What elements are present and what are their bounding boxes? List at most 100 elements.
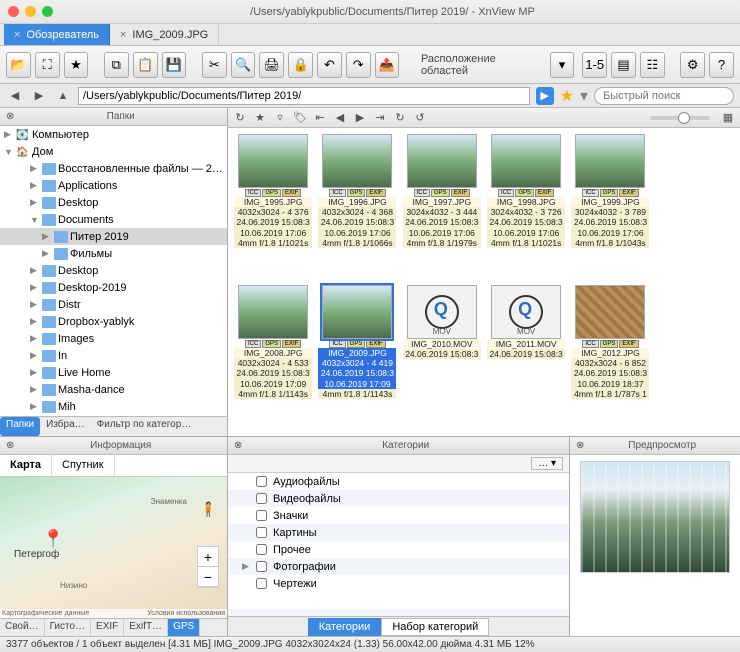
thumbnail-image[interactable] <box>238 285 308 339</box>
pegman-icon[interactable]: 🧍 <box>200 501 217 518</box>
fullscreen-button[interactable]: ⛶ <box>35 52 60 78</box>
thumbnail-image[interactable] <box>407 134 477 188</box>
help-button[interactable]: ? <box>709 52 734 78</box>
tree-node[interactable]: ▶Mih <box>0 398 227 415</box>
nav-fwd-icon[interactable]: ▶ <box>30 87 48 105</box>
paste-button[interactable]: 📋 <box>133 52 158 78</box>
tree-node[interactable]: ▶Applications <box>0 177 227 194</box>
thumbnail[interactable]: ICCGPSEXIF IMG_2009.JPG 4032x3024 - 4 41… <box>318 285 396 430</box>
thumbnail[interactable]: ICCGPSEXIF IMG_2012.JPG 4032x3024 - 6 85… <box>571 285 649 430</box>
tree-node[interactable]: ▶Distr <box>0 296 227 313</box>
tree-node[interactable]: ▶Images <box>0 330 227 347</box>
info-tab[interactable]: EXIF <box>91 619 124 636</box>
zoom-window-button[interactable] <box>42 6 53 17</box>
thumbnail-image[interactable] <box>575 285 645 339</box>
map-tab-satellite[interactable]: Спутник <box>52 455 114 476</box>
categories-list[interactable]: АудиофайлыВидеофайлыЗначкиКартиныПрочее▶… <box>228 473 569 616</box>
tree-node[interactable]: ▶Desktop <box>0 262 227 279</box>
zoom-in-button[interactable]: + <box>198 547 218 567</box>
category-row[interactable]: Прочее <box>228 541 569 558</box>
category-row[interactable]: Картины <box>228 524 569 541</box>
category-checkbox[interactable] <box>256 544 267 555</box>
category-checkbox[interactable] <box>256 561 267 572</box>
thumb-refresh-icon[interactable]: ↻ <box>232 110 248 126</box>
tree-node[interactable]: ▶Masha-dance <box>0 381 227 398</box>
category-row[interactable]: Аудиофайлы <box>228 473 569 490</box>
tree-node[interactable]: ▶Desktop-2019 <box>0 279 227 296</box>
panel-close-icon[interactable]: ⊗ <box>234 440 242 451</box>
favorite-button[interactable]: ★ <box>64 52 89 78</box>
star-icon[interactable]: ★ <box>560 86 574 106</box>
thumbnail[interactable]: ICCGPSEXIF IMG_1998.JPG 3024x4032 - 3 72… <box>487 134 565 279</box>
thumb-size-slider[interactable] <box>650 116 710 120</box>
tree-node[interactable]: ▶In <box>0 347 227 364</box>
thumb-filter-icon[interactable]: ▿ <box>272 110 288 126</box>
save-button[interactable]: 💾 <box>162 52 187 78</box>
thumb-nav-prev-icon[interactable]: ◀ <box>332 110 348 126</box>
thumbnail[interactable]: ICCGPSEXIF IMG_1997.JPG 3024x4032 - 3 44… <box>403 134 481 279</box>
tree-node[interactable]: ▼Documents <box>0 211 227 228</box>
panel-close-icon[interactable]: ⊗ <box>6 440 14 451</box>
tree-node[interactable]: ▶Dropbox-yablyk <box>0 313 227 330</box>
category-checkbox[interactable] <box>256 493 267 504</box>
thumbnail[interactable]: ICCGPSEXIF IMG_2008.JPG 4032x3024 - 4 53… <box>234 285 312 430</box>
panel-close-icon[interactable]: ⊗ <box>6 111 14 122</box>
tree-node[interactable]: ▶Компьютер <box>0 126 227 143</box>
thumb-star-icon[interactable]: ★ <box>252 110 268 126</box>
view-toggle-button[interactable]: ☷ <box>640 52 665 78</box>
thumb-rotate-right-icon[interactable]: ↻ <box>392 110 408 126</box>
close-tab-icon[interactable]: × <box>120 29 126 41</box>
print-button[interactable]: 🖨 <box>259 52 284 78</box>
category-tab[interactable]: Категории <box>308 618 382 636</box>
layout-dropdown[interactable]: ▾ <box>550 52 575 78</box>
folder-tree[interactable]: ▶Компьютер▼Дом▶Восстановленные файлы — 2… <box>0 126 227 416</box>
category-checkbox[interactable] <box>256 476 267 487</box>
zoom-out-button[interactable]: − <box>198 567 218 587</box>
info-tab[interactable]: ExifT… <box>124 619 168 636</box>
thumbnail-image[interactable]: MOV <box>491 285 561 339</box>
thumbnail[interactable]: ICCGPSEXIF IMG_1999.JPG 3024x4032 - 3 78… <box>571 134 649 279</box>
thumbnail[interactable]: ICCGPSEXIF IMG_1995.JPG 4032x3024 - 4 37… <box>234 134 312 279</box>
info-tab[interactable]: GPS <box>168 619 200 636</box>
tree-node[interactable]: ▶Фильмы <box>0 245 227 262</box>
convert-button[interactable]: 🔒 <box>288 52 313 78</box>
sort-button[interactable]: 1-5 <box>582 52 607 78</box>
tab-browser[interactable]: × Обозреватель <box>4 24 110 45</box>
thumbnail-image[interactable] <box>238 134 308 188</box>
quick-search-input[interactable] <box>594 87 734 105</box>
panel-close-icon[interactable]: ⊗ <box>576 440 584 451</box>
export-button[interactable]: 📤 <box>375 52 400 78</box>
category-checkbox[interactable] <box>256 578 267 589</box>
category-row[interactable]: Значки <box>228 507 569 524</box>
thumb-rotate-left-icon[interactable]: ↺ <box>412 110 428 126</box>
preview-image[interactable] <box>580 461 730 573</box>
open-button[interactable]: 📂 <box>6 52 31 78</box>
category-row[interactable]: Видеофайлы <box>228 490 569 507</box>
thumb-nav-next-icon[interactable]: ▶ <box>352 110 368 126</box>
rotate-left-button[interactable]: ↶ <box>317 52 342 78</box>
thumbnail[interactable]: ICCGPSEXIF IMG_1996.JPG 4032x3024 - 4 36… <box>318 134 396 279</box>
left-tab[interactable]: Папки <box>0 417 40 436</box>
path-input[interactable] <box>78 87 530 105</box>
category-checkbox[interactable] <box>256 527 267 538</box>
nav-back-icon[interactable]: ◀ <box>6 87 24 105</box>
thumbnail-image[interactable]: MOV <box>407 285 477 339</box>
info-tab[interactable]: Свой… <box>0 619 45 636</box>
tree-node[interactable]: ▶Восстановленные файлы — 2… <box>0 160 227 177</box>
category-checkbox[interactable] <box>256 510 267 521</box>
find-button[interactable]: 🔍 <box>231 52 256 78</box>
left-tab[interactable]: Фильтр по категор… <box>91 417 198 436</box>
thumbnail-image[interactable] <box>491 134 561 188</box>
rotate-right-button[interactable]: ↷ <box>346 52 371 78</box>
categories-menu-button[interactable]: … ▾ <box>531 457 563 470</box>
copy-button[interactable]: ⧉ <box>104 52 129 78</box>
thumbnail[interactable]: MOV IMG_2010.MOV 24.06.2019 15:08:3 <box>403 285 481 430</box>
category-row[interactable]: Чертежи <box>228 575 569 592</box>
thumbnail-image[interactable] <box>575 134 645 188</box>
thumbnail[interactable]: MOV IMG_2011.MOV 24.06.2019 15:08:3 <box>487 285 565 430</box>
tree-node[interactable]: ▶Desktop <box>0 194 227 211</box>
close-tab-icon[interactable]: × <box>14 29 20 41</box>
path-go-button[interactable]: ▶ <box>536 87 554 105</box>
thumbnail-image[interactable] <box>322 285 392 339</box>
thumb-tag-icon[interactable]: 🏷 <box>292 110 308 126</box>
